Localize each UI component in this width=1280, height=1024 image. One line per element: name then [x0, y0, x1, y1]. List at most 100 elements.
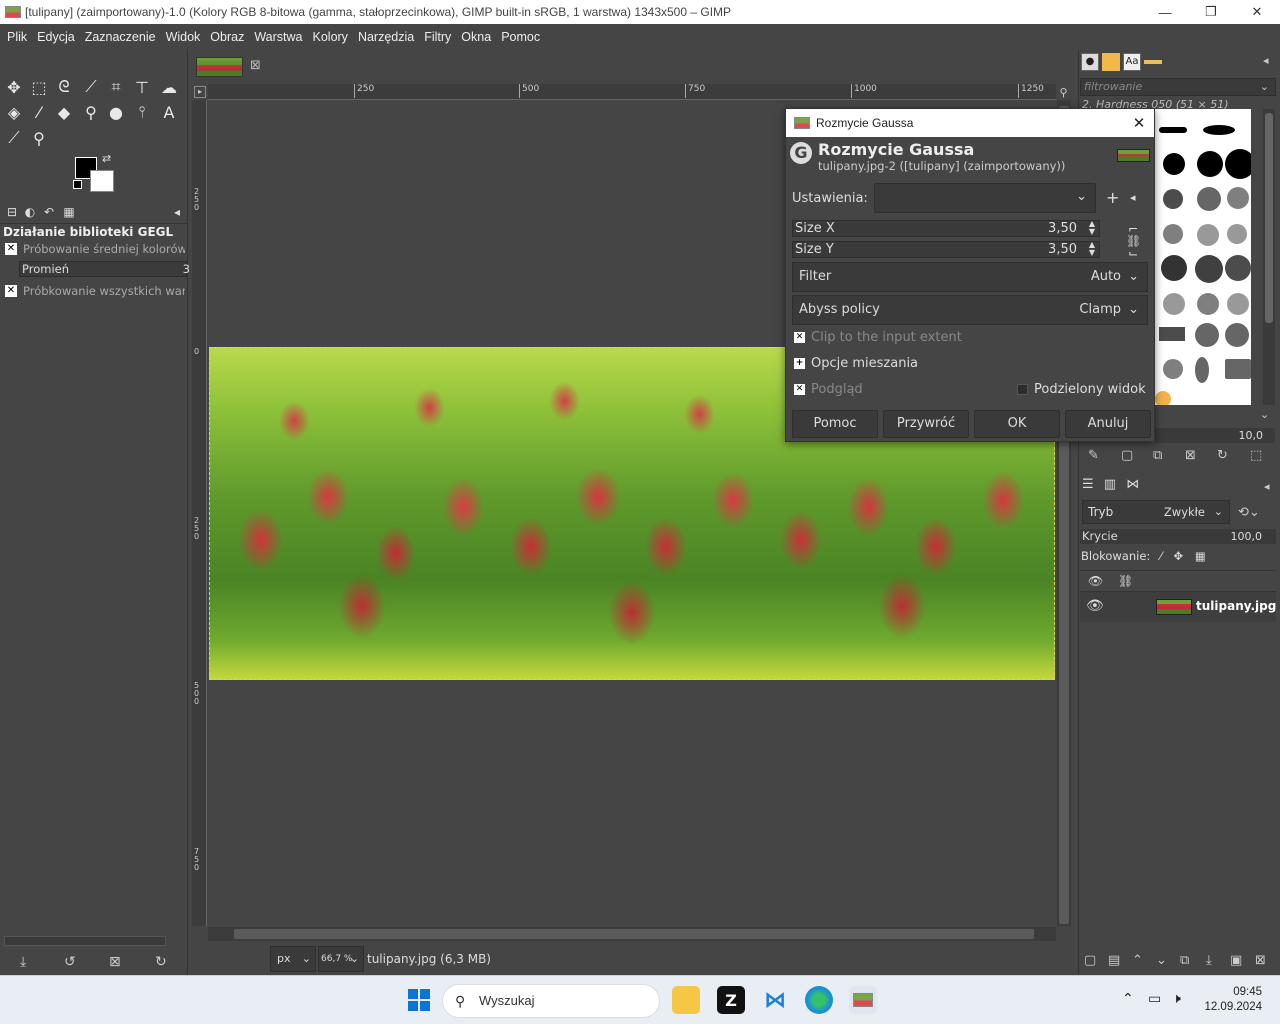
- default-colors-icon[interactable]: [73, 180, 82, 189]
- menu-kolory[interactable]: Kolory: [309, 30, 354, 44]
- spin-arrows-icon[interactable]: ▲ ▼: [1089, 220, 1095, 236]
- brush-swatch[interactable]: [1197, 224, 1219, 246]
- dock-menu-icon[interactable]: ◂: [1264, 480, 1270, 493]
- dialog-close-button[interactable]: ✕: [1124, 114, 1154, 132]
- network-icon[interactable]: ▭: [1148, 991, 1161, 1007]
- brush-grid[interactable]: [1155, 109, 1251, 405]
- view-mode-chevron-icon[interactable]: ⌄: [1260, 408, 1269, 421]
- rect-select-tool-icon[interactable]: ⬚: [28, 76, 50, 98]
- start-button[interactable]: [408, 989, 430, 1011]
- blend-options-expander[interactable]: + Opcje mieszania: [794, 356, 918, 371]
- visibility-eye-icon[interactable]: 👁: [1086, 598, 1104, 614]
- layer-opacity-field[interactable]: Krycie 100,0: [1080, 529, 1276, 544]
- move-tool-icon[interactable]: ✥: [3, 76, 25, 98]
- edge-browser-icon[interactable]: [805, 986, 833, 1014]
- color-picker-tool-icon[interactable]: ⟋: [3, 127, 25, 149]
- fonts-tab-icon[interactable]: Aa: [1123, 53, 1141, 71]
- smudge-tool-icon[interactable]: ●: [105, 101, 127, 123]
- presets-select[interactable]: ⌄: [874, 183, 1096, 213]
- lasso-tool-icon[interactable]: ᘓ: [53, 76, 75, 98]
- swap-colors-icon[interactable]: ⇄: [102, 152, 111, 165]
- tool-options-scrollbar[interactable]: [4, 936, 166, 946]
- paintbrush-tool-icon[interactable]: ⁄: [28, 101, 50, 123]
- close-button[interactable]: ✕: [1234, 0, 1280, 24]
- layer-mode-reset-icon[interactable]: ⟲⌄: [1238, 505, 1260, 520]
- brush-swatch[interactable]: [1163, 224, 1183, 244]
- open-brush-as-image-icon[interactable]: ⬚: [1250, 448, 1262, 463]
- brush-swatch[interactable]: [1163, 293, 1185, 315]
- duplicate-layer-icon[interactable]: ⧉: [1180, 953, 1189, 968]
- menu-filtry[interactable]: Filtry: [420, 30, 457, 44]
- delete-layer-icon[interactable]: ⊠: [1255, 953, 1266, 968]
- dock-menu-icon[interactable]: ◂: [1263, 54, 1269, 67]
- bucket-fill-tool-icon[interactable]: ◈: [3, 101, 25, 123]
- clip-extent-checkbox[interactable]: ✕ Clip to the input extent: [794, 330, 962, 345]
- duplicate-brush-icon[interactable]: ⧉: [1153, 448, 1162, 463]
- zed-editor-icon[interactable]: Z: [717, 986, 745, 1014]
- close-tab-icon[interactable]: ⊠: [250, 58, 261, 73]
- mask-layer-icon[interactable]: ▣: [1230, 953, 1242, 968]
- menu-narzedzia[interactable]: Narzędzia: [354, 30, 420, 44]
- brush-swatch[interactable]: [1227, 224, 1247, 244]
- add-preset-icon[interactable]: +: [1106, 188, 1119, 207]
- tool-options-tab-icon[interactable]: ⊟: [3, 205, 21, 221]
- delete-brush-icon[interactable]: ⊠: [1185, 448, 1196, 463]
- expander-plus-icon[interactable]: +: [794, 358, 805, 369]
- paths-tab-icon[interactable]: ⋈: [1126, 477, 1139, 492]
- quick-mask-corner-icon[interactable]: ▸: [194, 86, 206, 98]
- layers-tab-icon[interactable]: ☰: [1082, 477, 1094, 492]
- device-status-tab-icon[interactable]: ◐: [21, 205, 39, 221]
- menu-warstwa[interactable]: Warstwa: [250, 30, 308, 44]
- delete-options-icon[interactable]: ⊠: [109, 954, 121, 970]
- brush-spacing-field[interactable]: 10,0: [1155, 428, 1275, 443]
- taskbar-search[interactable]: ⚲ Wyszukaj: [442, 984, 660, 1018]
- size-x-field[interactable]: Size X 3,50 ▲ ▼: [792, 220, 1100, 237]
- brush-swatch[interactable]: [1227, 293, 1249, 315]
- preview-checkbox[interactable]: ✕ Podgląd: [794, 382, 863, 397]
- warp-tool-icon[interactable]: ☁: [158, 76, 180, 98]
- canvas-horizontal-scrollbar[interactable]: [208, 927, 1056, 941]
- cancel-button[interactable]: Anuluj: [1065, 410, 1151, 438]
- menu-edycja[interactable]: Edycja: [33, 30, 81, 44]
- chain-link-icon[interactable]: ⌐ ⛓ ⌙: [1126, 223, 1141, 259]
- brush-swatch[interactable]: [1195, 357, 1209, 383]
- dock-menu-icon[interactable]: ◂: [168, 205, 186, 221]
- brush-swatch[interactable]: [1195, 255, 1223, 283]
- brush-swatch[interactable]: [1203, 125, 1235, 135]
- menu-okna[interactable]: Okna: [457, 30, 497, 44]
- brush-swatch[interactable]: [1225, 323, 1249, 347]
- transform-tool-icon[interactable]: ⊤: [131, 76, 153, 98]
- layer-row[interactable]: 👁 tulipany.jpg: [1080, 592, 1276, 622]
- brush-swatch[interactable]: [1163, 153, 1185, 175]
- abyss-policy-select[interactable]: Abyss policy Clamp ⌄: [792, 295, 1148, 325]
- new-layer-icon[interactable]: ▢: [1084, 953, 1096, 968]
- brushes-tab-icon[interactable]: ●: [1081, 53, 1099, 71]
- menu-plik[interactable]: Plik: [3, 30, 33, 44]
- brush-swatch[interactable]: [1225, 149, 1251, 179]
- reset-options-icon[interactable]: ↻: [155, 954, 167, 970]
- brush-swatch[interactable]: [1227, 187, 1249, 209]
- volume-icon[interactable]: 🕨: [1172, 991, 1181, 1007]
- merge-layer-icon[interactable]: ⤓: [1206, 953, 1212, 968]
- scroll-thumb[interactable]: [1265, 113, 1273, 323]
- menu-zaznaczenie[interactable]: Zaznaczenie: [81, 30, 162, 44]
- new-layer-group-icon[interactable]: ▤: [1108, 953, 1120, 968]
- taskbar-clock[interactable]: 09:45 12.09.2024: [1204, 985, 1262, 1015]
- restore-options-icon[interactable]: ↺: [64, 954, 76, 970]
- brush-swatch[interactable]: [1155, 391, 1171, 405]
- file-explorer-icon[interactable]: [672, 986, 700, 1014]
- gimp-taskbar-icon[interactable]: [849, 986, 877, 1014]
- size-y-field[interactable]: Size Y 3,50 ▲ ▼: [792, 241, 1100, 258]
- zoom-tool-icon[interactable]: ⚲: [28, 127, 50, 149]
- brush-swatch[interactable]: [1225, 359, 1251, 379]
- lock-alpha-icon[interactable]: ▦: [1195, 549, 1206, 563]
- brush-swatch[interactable]: [1197, 187, 1221, 211]
- refresh-brushes-icon[interactable]: ↻: [1217, 448, 1228, 463]
- gradients-tab-icon[interactable]: [1144, 53, 1162, 71]
- raise-layer-icon[interactable]: ⌃: [1132, 953, 1143, 968]
- zoom-navigate-icon[interactable]: ⚲: [1056, 86, 1071, 100]
- maximize-button[interactable]: ❐: [1188, 0, 1234, 24]
- spin-arrows-icon[interactable]: ▲ ▼: [1089, 241, 1095, 257]
- minimize-button[interactable]: —: [1142, 0, 1188, 24]
- new-brush-icon[interactable]: ▢: [1121, 448, 1133, 463]
